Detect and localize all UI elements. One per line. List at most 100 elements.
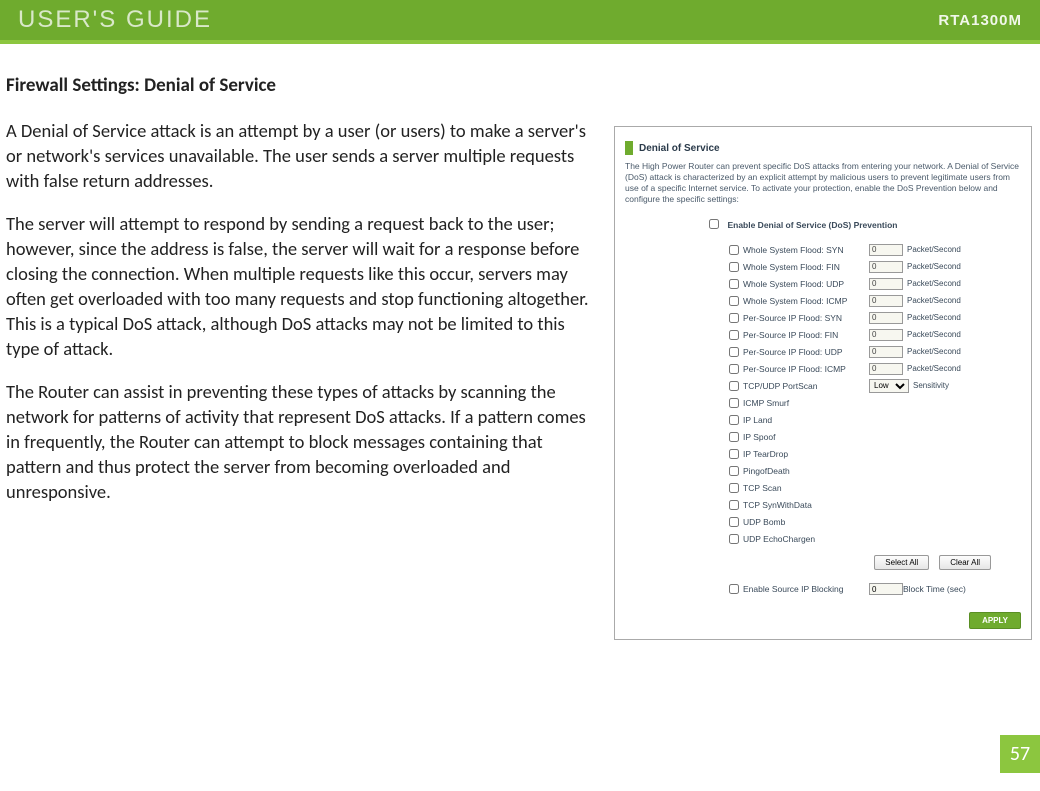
clear-all-button[interactable]: Clear All <box>939 555 991 570</box>
rate-checkbox[interactable] <box>729 330 739 340</box>
portscan-row-wrap: TCP/UDP PortScan Low Sensitivity <box>729 377 1021 394</box>
rate-input[interactable] <box>869 278 903 290</box>
portscan-row: TCP/UDP PortScan Low Sensitivity <box>729 377 1021 394</box>
select-all-button[interactable]: Select All <box>874 555 929 570</box>
rate-unit: Packet/Second <box>907 364 961 373</box>
source-ip-block-checkbox[interactable] <box>729 584 739 594</box>
bool-option-row: PingofDeath <box>729 462 1021 479</box>
bool-options: ICMP Smurf IP Land IP Spoof IP TearDrop Ping… <box>729 394 1021 547</box>
rate-unit: Packet/Second <box>907 347 961 356</box>
panel-title: Denial of Service <box>639 143 720 154</box>
bool-label: UDP Bomb <box>743 517 785 527</box>
bool-checkbox[interactable] <box>729 534 739 544</box>
rate-label: Per-Source IP Flood: SYN <box>743 313 842 323</box>
rate-unit: Packet/Second <box>907 262 961 271</box>
rate-checkbox[interactable] <box>729 313 739 323</box>
portscan-select[interactable]: Low <box>869 379 909 393</box>
rate-label: Whole System Flood: UDP <box>743 279 844 289</box>
bool-option-row: UDP EchoChargen <box>729 530 1021 547</box>
bool-checkbox[interactable] <box>729 415 739 425</box>
enable-dos-label: Enable Denial of Service (DoS) Preventio… <box>727 220 897 230</box>
rate-checkbox[interactable] <box>729 245 739 255</box>
title-accent-icon <box>625 141 633 155</box>
paragraph: A Denial of Service attack is an attempt… <box>6 119 596 194</box>
page-content: Firewall Settings: Denial of Service A D… <box>0 44 1040 640</box>
rate-option-row: Whole System Flood: UDPPacket/Second <box>729 275 1021 292</box>
rate-unit: Packet/Second <box>907 313 961 322</box>
bool-checkbox[interactable] <box>729 398 739 408</box>
bool-label: UDP EchoChargen <box>743 534 815 544</box>
enable-dos-checkbox[interactable] <box>709 219 719 229</box>
bool-label: ICMP Smurf <box>743 398 789 408</box>
rate-label: Per-Source IP Flood: ICMP <box>743 364 846 374</box>
screenshot-column: Denial of Service The High Power Router … <box>614 74 1034 640</box>
apply-row: APPLY <box>625 612 1021 629</box>
rate-options: Whole System Flood: SYNPacket/SecondWhol… <box>729 241 1021 377</box>
bool-option-row: UDP Bomb <box>729 513 1021 530</box>
rate-checkbox[interactable] <box>729 262 739 272</box>
block-time-input[interactable] <box>869 583 903 595</box>
enable-dos-row: Enable Denial of Service (DoS) Preventio… <box>709 215 1021 233</box>
rate-option-row: Whole System Flood: ICMP Packet/Second <box>729 292 1021 309</box>
rate-label: Whole System Flood: FIN <box>743 262 840 272</box>
apply-button[interactable]: APPLY <box>969 612 1021 629</box>
panel-title-row: Denial of Service <box>625 141 1021 155</box>
portscan-label: TCP/UDP PortScan <box>743 381 817 391</box>
rate-option-row: Whole System Flood: SYN Packet/Second <box>729 241 1021 258</box>
bool-label: TCP Scan <box>743 483 782 493</box>
bool-label: TCP SynWithData <box>743 500 812 510</box>
source-ip-block-label: Enable Source IP Blocking <box>743 584 844 594</box>
rate-checkbox[interactable] <box>729 279 739 289</box>
select-clear-row: Select All Clear All <box>625 555 991 570</box>
bool-checkbox[interactable] <box>729 500 739 510</box>
bool-option-row: IP Land <box>729 411 1021 428</box>
rate-option-row: Per-Source IP Flood: FINPacket/Second <box>729 326 1021 343</box>
bool-label: IP Spoof <box>743 432 775 442</box>
block-time-unit: Block Time (sec) <box>903 584 966 594</box>
rate-unit: Packet/Second <box>907 245 961 254</box>
rate-unit: Packet/Second <box>907 296 961 305</box>
bool-checkbox[interactable] <box>729 517 739 527</box>
portscan-checkbox[interactable] <box>729 381 739 391</box>
bool-checkbox[interactable] <box>729 449 739 459</box>
rate-label: Whole System Flood: SYN <box>743 245 844 255</box>
rate-input[interactable] <box>869 261 903 273</box>
rate-input[interactable] <box>869 346 903 358</box>
rate-input[interactable] <box>869 363 903 375</box>
section-title: Firewall Settings: Denial of Service <box>6 74 596 97</box>
model-number: RTA1300M <box>938 12 1022 29</box>
rate-option-row: Per-Source IP Flood: UDP Packet/Second <box>729 343 1021 360</box>
rate-checkbox[interactable] <box>729 364 739 374</box>
bool-checkbox[interactable] <box>729 466 739 476</box>
rate-label: Whole System Flood: ICMP <box>743 296 847 306</box>
rate-unit: Packet/Second <box>907 330 961 339</box>
rate-checkbox[interactable] <box>729 296 739 306</box>
bool-option-row: IP Spoof <box>729 428 1021 445</box>
bool-checkbox[interactable] <box>729 483 739 493</box>
bool-checkbox[interactable] <box>729 432 739 442</box>
bool-option-row: ICMP Smurf <box>729 394 1021 411</box>
rate-checkbox[interactable] <box>729 347 739 357</box>
rate-input[interactable] <box>869 244 903 256</box>
bool-option-row: TCP SynWithData <box>729 496 1021 513</box>
paragraph: The Router can assist in preventing thes… <box>6 380 596 505</box>
dos-panel: Denial of Service The High Power Router … <box>614 126 1032 640</box>
rate-input[interactable] <box>869 312 903 324</box>
text-column: Firewall Settings: Denial of Service A D… <box>6 74 596 640</box>
bool-option-row: IP TearDrop <box>729 445 1021 462</box>
header-bar: USER'S GUIDE RTA1300M <box>0 0 1040 44</box>
rate-input[interactable] <box>869 295 903 307</box>
paragraph: The server will attempt to respond by se… <box>6 212 596 362</box>
bool-label: PingofDeath <box>743 466 790 476</box>
guide-title: USER'S GUIDE <box>18 6 212 34</box>
rate-label: Per-Source IP Flood: UDP <box>743 347 843 357</box>
bool-label: IP TearDrop <box>743 449 788 459</box>
rate-option-row: Per-Source IP Flood: ICMP Packet/Second <box>729 360 1021 377</box>
portscan-unit: Sensitivity <box>913 381 949 390</box>
rate-option-row: Whole System Flood: FIN Packet/Second <box>729 258 1021 275</box>
bool-option-row: TCP Scan <box>729 479 1021 496</box>
bool-label: IP Land <box>743 415 772 425</box>
rate-input[interactable] <box>869 329 903 341</box>
panel-description: The High Power Router can prevent specif… <box>625 161 1021 205</box>
page-number: 57 <box>1000 735 1040 773</box>
